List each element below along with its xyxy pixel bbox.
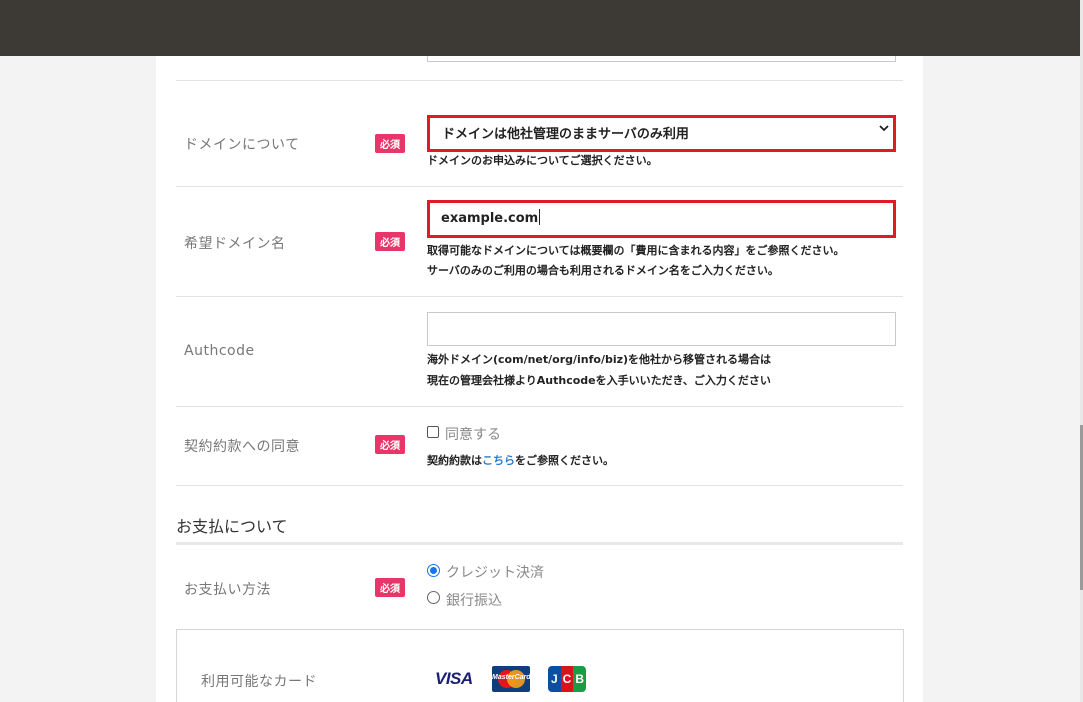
terms-link[interactable]: こちら — [482, 454, 515, 467]
mastercard-logo: MasterCard — [492, 666, 531, 692]
visa-logo: VISA — [435, 669, 473, 688]
required-badge: 必須 — [375, 134, 405, 153]
text-caret — [539, 209, 541, 225]
authcode-help-1: 海外ドメイン(com/net/org/info/biz)を他社から移管される場合… — [427, 353, 772, 366]
previous-input[interactable] — [427, 56, 896, 62]
required-badge: 必須 — [375, 232, 405, 251]
domain-name-help-1: 取得可能なドメインについては概要欄の「費用に含まれる内容」をご参照ください。 — [427, 244, 845, 257]
credit-radio[interactable] — [427, 564, 440, 577]
domain-name-row: 希望ドメイン名 必須 example.com 取得可能なドメインについては概要欄… — [176, 187, 903, 297]
jcb-logo: JCB — [548, 666, 587, 692]
domain-name-label: 希望ドメイン名 — [184, 236, 286, 252]
credit-radio-label[interactable]: クレジット決済 — [446, 562, 544, 582]
domain-name-value: example.com — [441, 209, 541, 226]
domain-help: ドメインのお申込みについてご選択ください。 — [427, 154, 658, 167]
top-bar — [0, 0, 1080, 56]
domain-label: ドメインについて — [184, 137, 300, 153]
domain-name-input[interactable]: example.com — [427, 200, 896, 238]
domain-row: ドメインについて 必須 ドメインは他社管理のままサーバのみ利用 ドメインのお申込… — [176, 81, 903, 187]
bank-transfer-radio-label[interactable]: 銀行振込 — [446, 590, 502, 610]
terms-label: 契約約款への同意 — [184, 439, 300, 455]
payment-row: お支払い方法 必須 クレジット決済 銀行振込 — [176, 545, 903, 629]
authcode-input[interactable] — [427, 312, 896, 346]
required-badge: 必須 — [375, 578, 405, 597]
required-badge: 必須 — [375, 435, 405, 454]
domain-select[interactable]: ドメインは他社管理のままサーバのみ利用 — [427, 115, 896, 152]
available-cards-box: 利用可能なカード VISA MasterCard JCB — [176, 629, 904, 702]
authcode-row: Authcode 海外ドメイン(com/net/org/info/biz)を他社… — [176, 297, 903, 407]
cards-label: 利用可能なカード — [201, 674, 317, 690]
chevron-down-icon — [879, 122, 889, 136]
domain-select-value: ドメインは他社管理のままサーバのみ利用 — [442, 127, 689, 142]
bank-transfer-radio[interactable] — [427, 591, 440, 604]
authcode-label: Authcode — [184, 343, 255, 359]
agree-checkbox[interactable] — [427, 426, 439, 438]
authcode-help-2: 現在の管理会社様よりAuthcodeを入手いいただき、ご入力ください — [427, 374, 771, 387]
payment-section-title: お支払について — [176, 517, 288, 536]
domain-name-help-2: サーバのみのご利用の場合も利用されるドメイン名をご入力ください。 — [427, 264, 779, 277]
form-panel: ドメインについて 必須 ドメインは他社管理のままサーバのみ利用 ドメインのお申込… — [156, 56, 923, 702]
terms-help: 契約約款はこちらをご参照ください。 — [427, 454, 614, 467]
payment-label: お支払い方法 — [184, 582, 271, 598]
previous-row — [176, 56, 903, 81]
agree-checkbox-label[interactable]: 同意する — [445, 424, 501, 444]
terms-row: 契約約款への同意 必須 同意する 契約約款はこちらをご参照ください。 — [176, 407, 903, 486]
